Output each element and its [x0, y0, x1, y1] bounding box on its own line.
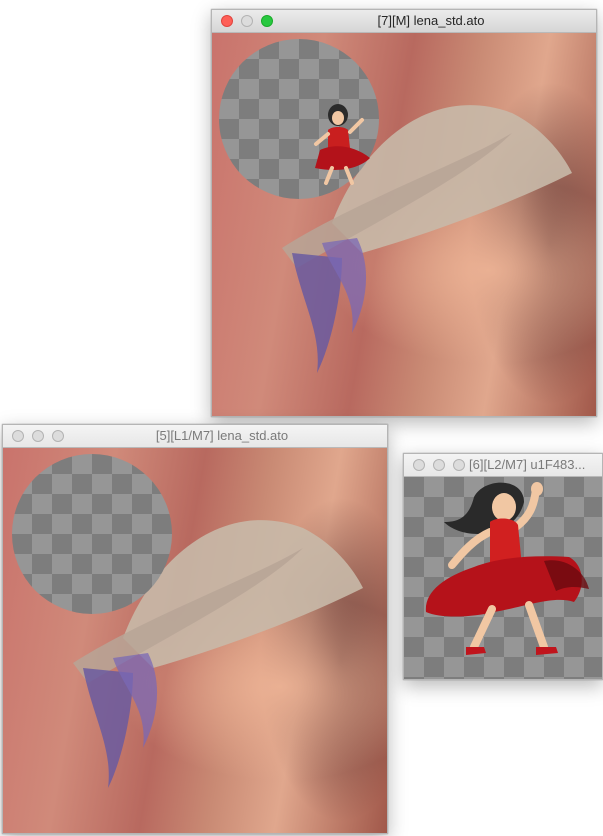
close-button[interactable] [413, 459, 425, 471]
window-title: [5][L1/M7] lena_std.ato [155, 428, 289, 443]
main-window[interactable]: [7][M] lena_std.ato [211, 9, 597, 417]
image-canvas[interactable] [212, 33, 596, 416]
sprite-canvas[interactable] [404, 477, 602, 679]
zoom-button[interactable] [453, 459, 465, 471]
transparency-circle [12, 454, 172, 614]
right-window[interactable]: [6][L2/M7] u1F483... [403, 453, 603, 680]
window-title: [7][M] lena_std.ato [377, 13, 485, 28]
left-window[interactable]: [5][L1/M7] lena_std.ato [2, 424, 388, 834]
close-button[interactable] [12, 430, 24, 442]
window-title: [6][L2/M7] u1F483... [469, 457, 586, 472]
close-button[interactable] [221, 15, 233, 27]
main-window-titlebar[interactable]: [7][M] lena_std.ato [212, 10, 596, 33]
right-window-titlebar[interactable]: [6][L2/M7] u1F483... [404, 454, 602, 477]
image-canvas[interactable] [3, 448, 387, 833]
minimize-button[interactable] [433, 459, 445, 471]
minimize-button[interactable] [241, 15, 253, 27]
dancer-icon [314, 104, 370, 185]
minimize-button[interactable] [32, 430, 44, 442]
left-window-titlebar[interactable]: [5][L1/M7] lena_std.ato [3, 425, 387, 448]
dancer-icon [425, 482, 589, 655]
